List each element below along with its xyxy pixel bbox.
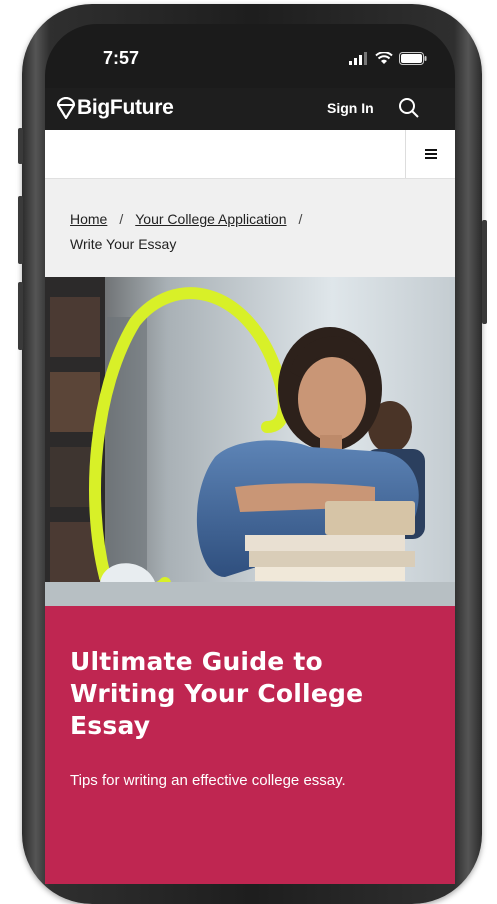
search-icon[interactable] xyxy=(397,96,421,120)
breadcrumb-college-application-link[interactable]: Your College Application xyxy=(135,211,286,227)
hero-image xyxy=(45,277,455,606)
brand-name: BigFuture xyxy=(77,96,174,119)
breadcrumb-home-link[interactable]: Home xyxy=(70,211,107,227)
article-title-panel: Ultimate Guide to Writing Your College E… xyxy=(45,606,455,884)
acorn-logo-icon xyxy=(57,97,75,119)
breadcrumb: Home / Your College Application / Write You… xyxy=(45,179,455,277)
battery-icon xyxy=(399,52,427,65)
sign-in-link[interactable]: Sign In xyxy=(327,100,374,116)
page-title: Ultimate Guide to Writing Your College E… xyxy=(70,647,364,740)
breadcrumb-separator: / xyxy=(298,211,303,227)
status-bar: 7:57 xyxy=(45,24,455,88)
hamburger-menu-icon xyxy=(424,149,437,159)
mute-switch xyxy=(18,128,23,164)
power-button xyxy=(482,220,487,324)
volume-up-button xyxy=(18,196,23,264)
signal-icon xyxy=(349,52,367,65)
status-time: 7:57 xyxy=(103,48,140,68)
brand-logo[interactable]: BigFuture xyxy=(57,96,174,120)
menu-button[interactable] xyxy=(405,130,455,178)
menu-bar xyxy=(45,130,455,179)
phone-screen: 7:57 BigFuture Sign In Home / Your Colle… xyxy=(45,24,455,884)
page-subtitle: Tips for writing an effective college es… xyxy=(70,772,346,789)
breadcrumb-current: Write Your Essay xyxy=(70,236,177,252)
hero-photo-illustration xyxy=(45,277,455,606)
volume-down-button xyxy=(18,282,23,350)
breadcrumb-separator: / xyxy=(119,211,124,227)
wifi-icon xyxy=(375,52,393,64)
site-header: BigFuture Sign In xyxy=(45,88,455,130)
